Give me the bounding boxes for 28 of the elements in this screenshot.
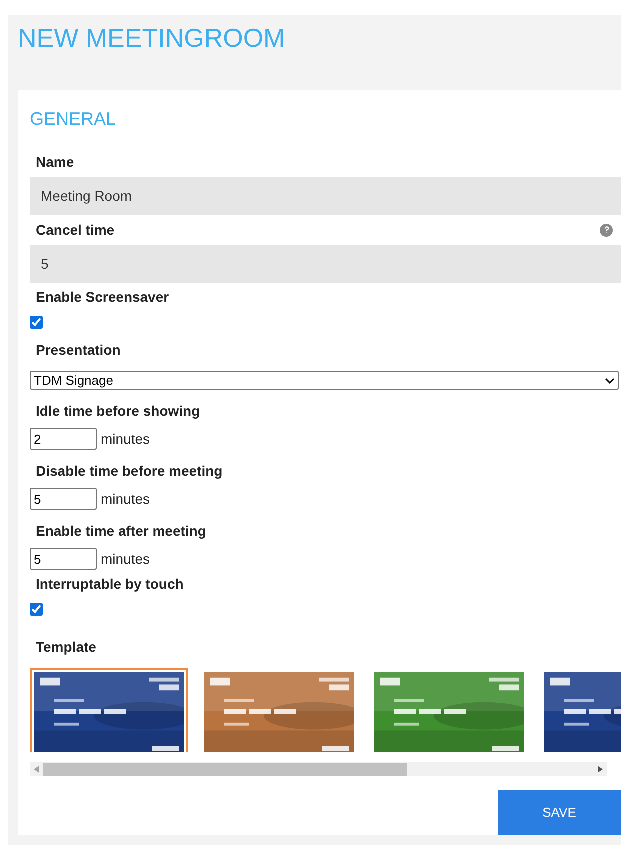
field-label: Enable Screensaver bbox=[36, 288, 170, 307]
field-label: Name bbox=[36, 152, 74, 172]
number-field[interactable]: 5 bbox=[30, 548, 97, 570]
text-field[interactable]: 5 bbox=[30, 245, 621, 283]
unit-label: minutes bbox=[101, 490, 150, 508]
help-icon[interactable] bbox=[600, 224, 613, 236]
checkbox[interactable] bbox=[30, 316, 43, 329]
field-label: Presentation bbox=[36, 342, 121, 358]
unit-label: minutes bbox=[101, 550, 150, 568]
field-label: Enable time after meeting bbox=[36, 523, 206, 539]
number-field[interactable]: 5 bbox=[30, 488, 97, 510]
unit-label: minutes bbox=[101, 430, 150, 448]
checkbox[interactable] bbox=[30, 603, 43, 616]
text-field[interactable]: Meeting Room bbox=[30, 177, 621, 215]
chevron-down-icon bbox=[605, 378, 615, 384]
page-title: NEW MEETINGROOM bbox=[18, 22, 286, 55]
field-label: Cancel time bbox=[36, 220, 115, 240]
number-field[interactable]: 2 bbox=[30, 428, 97, 450]
select-field[interactable]: TDM Signage bbox=[30, 371, 619, 390]
section-title: GENERAL bbox=[30, 108, 118, 131]
field-label: Disable time before meeting bbox=[36, 463, 223, 479]
scrollbar-thumb[interactable] bbox=[43, 762, 407, 776]
field-label: Interruptable by touch bbox=[36, 575, 185, 594]
scroll-right-icon[interactable] bbox=[598, 766, 603, 772]
horizontal-scrollbar[interactable] bbox=[30, 762, 607, 776]
field-label: Template bbox=[36, 639, 96, 655]
save-button[interactable]: SAVE bbox=[498, 790, 621, 835]
field-label: Idle time before showing bbox=[36, 403, 200, 419]
